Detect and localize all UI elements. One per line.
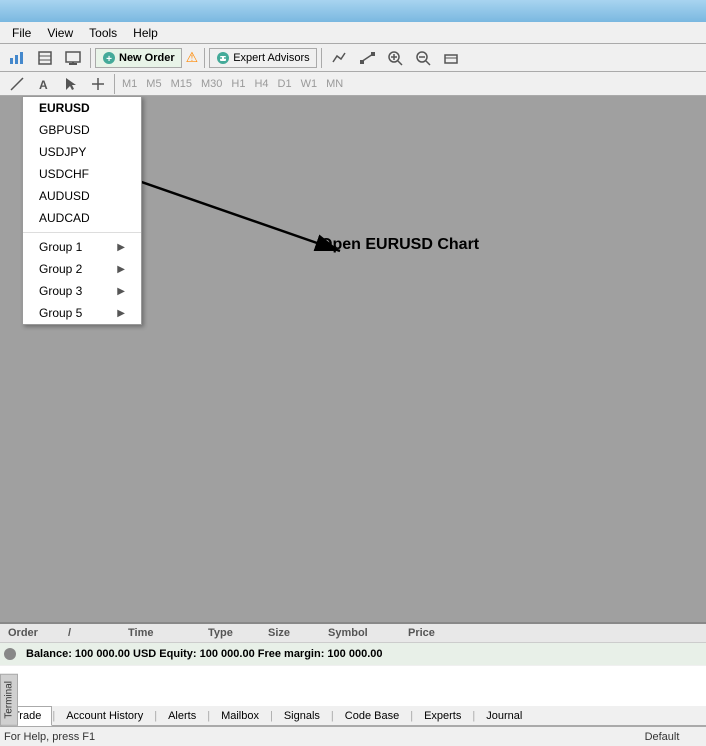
toolbar-zoom-out-btn[interactable] (410, 47, 436, 69)
group3-arrow: ▶ (117, 286, 125, 297)
tab-experts[interactable]: Experts (413, 706, 472, 725)
col-time: Time (124, 626, 204, 640)
sep2 (204, 48, 205, 68)
tf-label-m1: M1 (118, 78, 141, 90)
toolbar-templates-btn[interactable] (32, 47, 58, 69)
chart-icon (9, 50, 25, 66)
tab-mailbox[interactable]: Mailbox (210, 706, 270, 725)
sep1 (90, 48, 91, 68)
properties-icon (443, 50, 459, 66)
tf-label-m30: M30 (197, 78, 226, 90)
zoom-in-icon (387, 50, 403, 66)
group2-arrow: ▶ (117, 264, 125, 275)
templates-icon (37, 50, 53, 66)
tab-alerts[interactable]: Alerts (157, 706, 207, 725)
toolbar-line-btn[interactable] (4, 73, 30, 95)
new-order-icon: + (102, 51, 116, 65)
balance-icon (4, 648, 16, 660)
toolbar-zoom-in-btn[interactable] (382, 47, 408, 69)
indicators-icon (331, 50, 347, 66)
profiles-icon (65, 50, 81, 66)
tf-label-m5: M5 (142, 78, 165, 90)
expert-advisors-label: Expert Advisors (233, 52, 309, 64)
dropdown-group5[interactable]: Group 5 ▶ (23, 302, 141, 324)
terminal-label[interactable]: Terminal (0, 674, 18, 726)
menu-bar: File View Tools Help (0, 22, 706, 44)
tf-label-d1: D1 (274, 78, 296, 90)
col-order: Order (4, 626, 64, 640)
menu-view[interactable]: View (39, 24, 81, 42)
sep3 (321, 48, 322, 68)
toolbar-indicators-btn[interactable] (326, 47, 352, 69)
dropdown-usdchf[interactable]: USDCHF (23, 163, 141, 185)
annotation-text: Open EURUSD Chart (320, 236, 479, 254)
menu-tools[interactable]: Tools (81, 24, 125, 42)
col-type: Type (204, 626, 264, 640)
line-icon (9, 76, 25, 92)
symbol-dropdown: EURUSD GBPUSD USDJPY USDCHF AUDUSD AUDCA… (22, 96, 142, 325)
chart-wrapper: EURUSD GBPUSD USDJPY USDCHF AUDUSD AUDCA… (0, 96, 706, 622)
warning-icon: ⚠ (184, 49, 201, 66)
new-order-label: New Order (119, 52, 175, 64)
col-symbol: Symbol (324, 626, 404, 640)
empty-rows (0, 666, 706, 706)
dropdown-audcad[interactable]: AUDCAD (23, 207, 141, 229)
balance-text: Balance: 100 000.00 USD Equity: 100 000.… (22, 645, 386, 663)
toolbar-new-chart-btn[interactable] (4, 47, 30, 69)
dropdown-group1[interactable]: Group 1 ▶ (23, 236, 141, 258)
toolbar-profiles-btn[interactable] (60, 47, 86, 69)
toolbar-cursor-btn[interactable] (58, 73, 84, 95)
tab-code-base[interactable]: Code Base (334, 706, 410, 725)
new-order-button[interactable]: + New Order (95, 48, 182, 68)
menu-help[interactable]: Help (125, 24, 166, 42)
zoom-out-icon (415, 50, 431, 66)
bottom-tabs: Trade | Account History | Alerts | Mailb… (0, 706, 706, 726)
svg-text:+: + (106, 54, 112, 65)
title-bar (0, 0, 706, 22)
robot-icon (216, 51, 230, 65)
crosshair-icon (90, 76, 106, 92)
dropdown-usdjpy[interactable]: USDJPY (23, 141, 141, 163)
tf-label-h1: H1 (227, 78, 249, 90)
group1-arrow: ▶ (117, 242, 125, 253)
table-header: Order / Time Type Size Symbol Price (0, 624, 706, 643)
tf-label-h4: H4 (250, 78, 272, 90)
expert-advisors-button[interactable]: Expert Advisors (209, 48, 316, 68)
objects-icon (359, 50, 375, 66)
toolbar-main: + New Order ⚠ Expert Advisors (0, 44, 706, 72)
status-default: Default (622, 731, 702, 743)
toolbar-timeframes: A M1 M5 M15 M30 H1 H4 D1 W1 MN (0, 72, 706, 96)
cursor-icon (63, 76, 79, 92)
col-slash: / (64, 626, 124, 640)
toolbar-properties-btn[interactable] (438, 47, 464, 69)
group5-arrow: ▶ (117, 308, 125, 319)
tf-label-mn: MN (322, 78, 347, 90)
dropdown-gbpusd[interactable]: GBPUSD (23, 119, 141, 141)
status-bar: For Help, press F1 Default (0, 726, 706, 746)
dropdown-group2[interactable]: Group 2 ▶ (23, 258, 141, 280)
app-container: File View Tools Help + New Order ⚠ Exper… (0, 0, 706, 746)
dropdown-sep (23, 232, 141, 233)
dropdown-audusd[interactable]: AUDUSD (23, 185, 141, 207)
dropdown-eurusd[interactable]: EURUSD (23, 97, 141, 119)
toolbar-text-btn[interactable]: A (31, 73, 57, 95)
tf-label-w1: W1 (297, 78, 322, 90)
menu-file[interactable]: File (4, 24, 39, 42)
bottom-panel: Terminal Order / Time Type Size Symbol P… (0, 622, 706, 746)
dropdown-group3[interactable]: Group 3 ▶ (23, 280, 141, 302)
tab-signals[interactable]: Signals (273, 706, 331, 725)
text-icon: A (36, 76, 52, 92)
tab-account-history[interactable]: Account History (55, 706, 154, 725)
toolbar-objects-btn[interactable] (354, 47, 380, 69)
svg-text:A: A (39, 78, 48, 92)
status-help: For Help, press F1 (4, 731, 622, 743)
balance-row: Balance: 100 000.00 USD Equity: 100 000.… (0, 643, 706, 666)
toolbar-crosshair-btn[interactable] (85, 73, 111, 95)
col-size: Size (264, 626, 324, 640)
tf-label-m15: M15 (167, 78, 196, 90)
tab-journal[interactable]: Journal (475, 706, 533, 725)
sep4 (114, 74, 115, 94)
col-price: Price (404, 626, 464, 640)
